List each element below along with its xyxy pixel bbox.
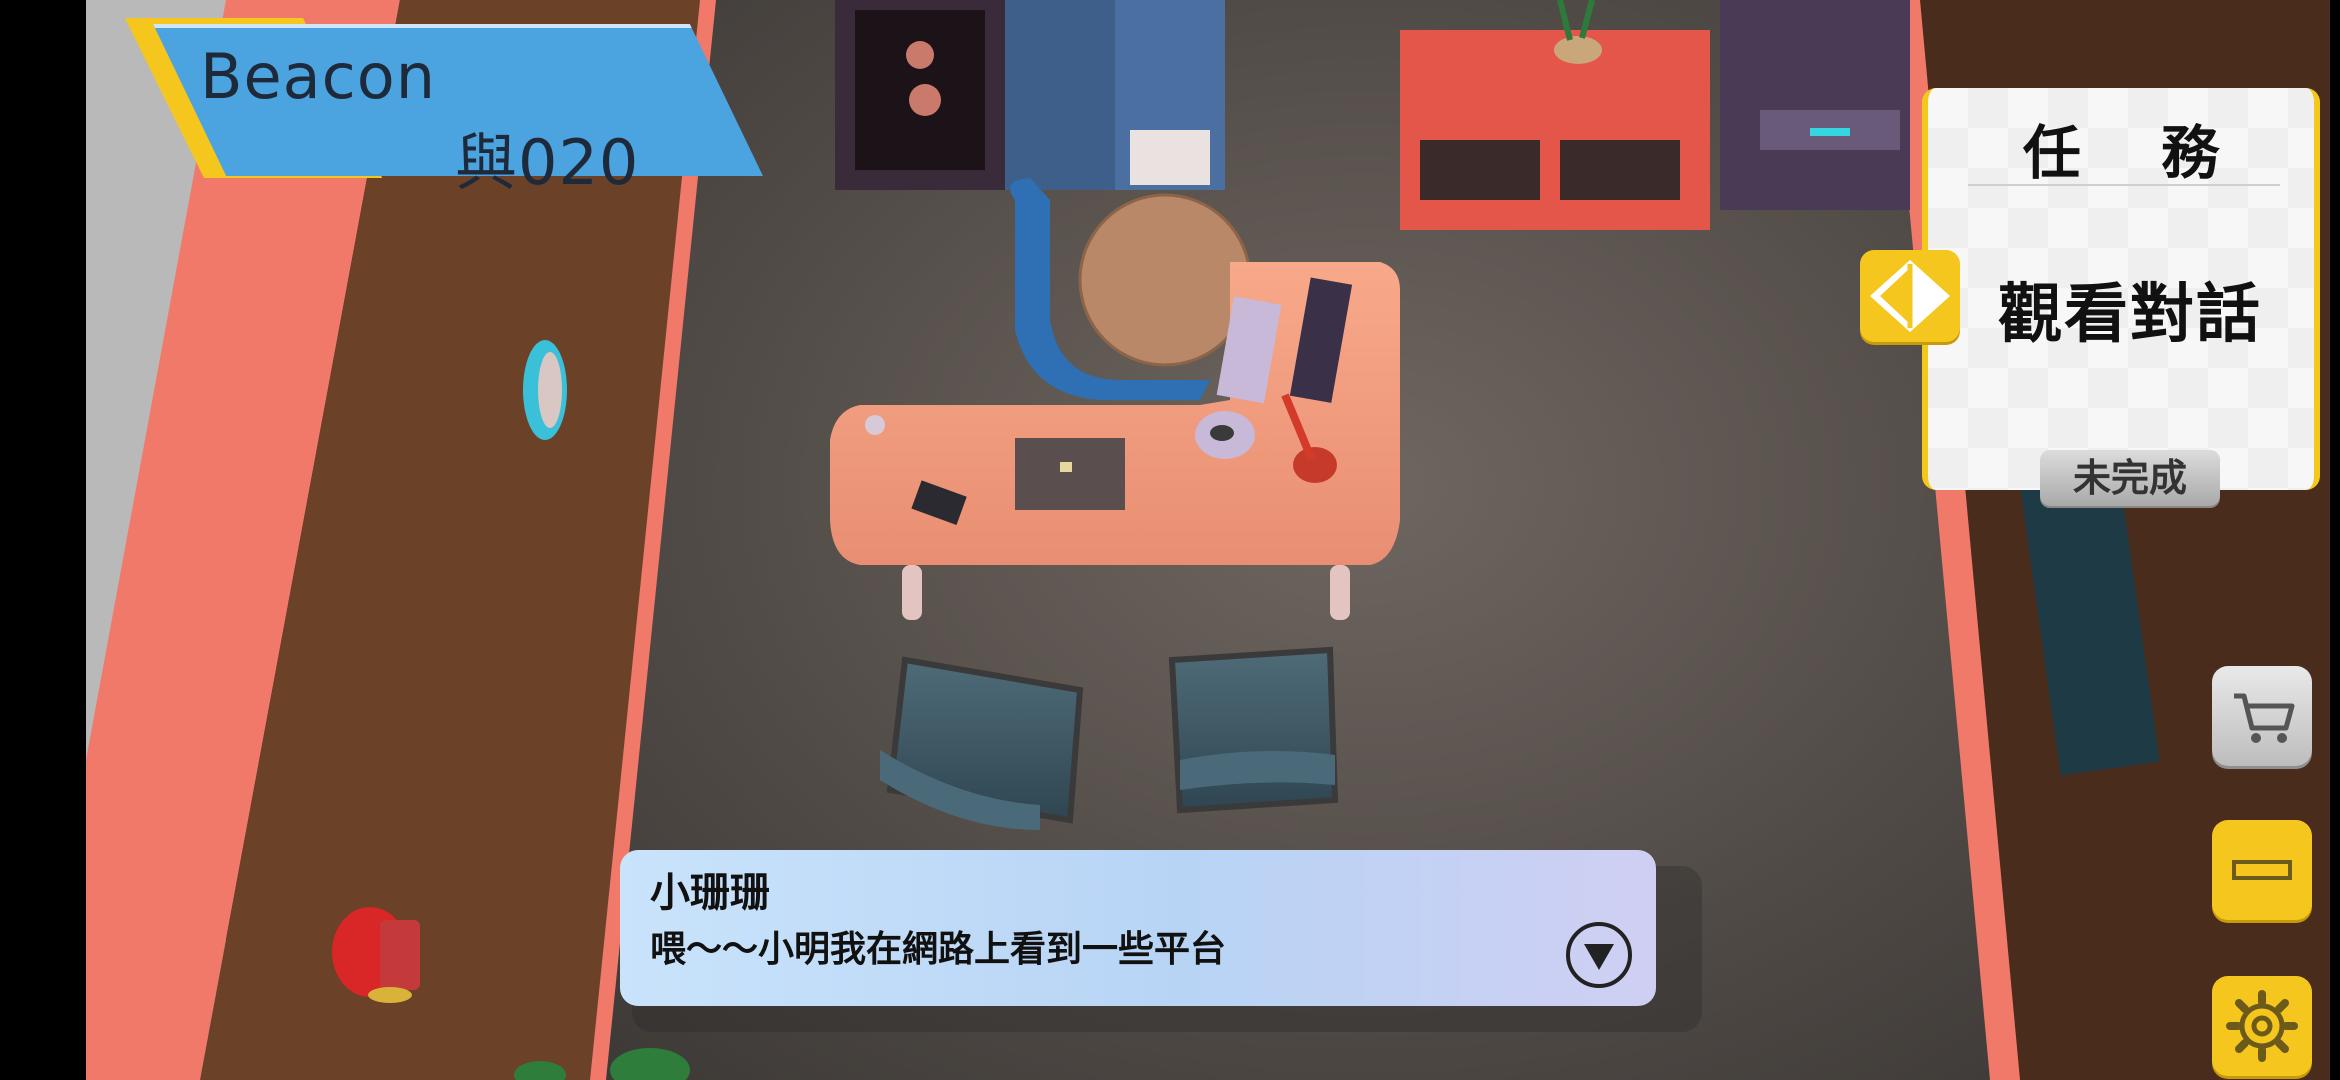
left-margin xyxy=(0,0,86,1080)
purple-machine xyxy=(1720,0,1910,210)
mission-task: 觀看對話 xyxy=(1998,278,2262,352)
gear-icon xyxy=(2226,990,2298,1062)
beacon-subtitle: 與020 xyxy=(455,126,640,199)
dialogue-box[interactable]: 小珊珊 喂～～小明我在網路上看到一些平台 xyxy=(620,850,1656,1006)
mission-divider xyxy=(1968,184,2280,186)
minus-icon xyxy=(2232,860,2292,880)
settings-button[interactable] xyxy=(2212,976,2312,1076)
mission-toggle-button[interactable] xyxy=(1860,250,1960,342)
mission-panel: 任 務 觀看對話 未完成 xyxy=(1922,88,2320,506)
potted-plant xyxy=(1554,36,1602,64)
mission-heading: 任 務 xyxy=(2022,119,2250,187)
triangle-down-icon xyxy=(1566,922,1632,988)
laptop xyxy=(1015,438,1125,510)
beacon-banner: Beacon 與020 xyxy=(105,18,765,199)
speaker-name: 小珊珊 xyxy=(650,870,770,916)
cart-icon xyxy=(2234,693,2295,743)
cart-button[interactable] xyxy=(2212,666,2312,766)
dialogue-advance-button[interactable] xyxy=(1564,920,1634,990)
minimize-button[interactable] xyxy=(2212,820,2312,920)
mission-status-badge: 未完成 xyxy=(2040,450,2220,506)
diamond-arrows-icon xyxy=(1870,260,1950,332)
beacon-title: Beacon xyxy=(200,40,436,113)
dialogue-text: 喂～～小明我在網路上看到一些平台 xyxy=(650,929,1227,970)
joystick xyxy=(1293,447,1337,483)
